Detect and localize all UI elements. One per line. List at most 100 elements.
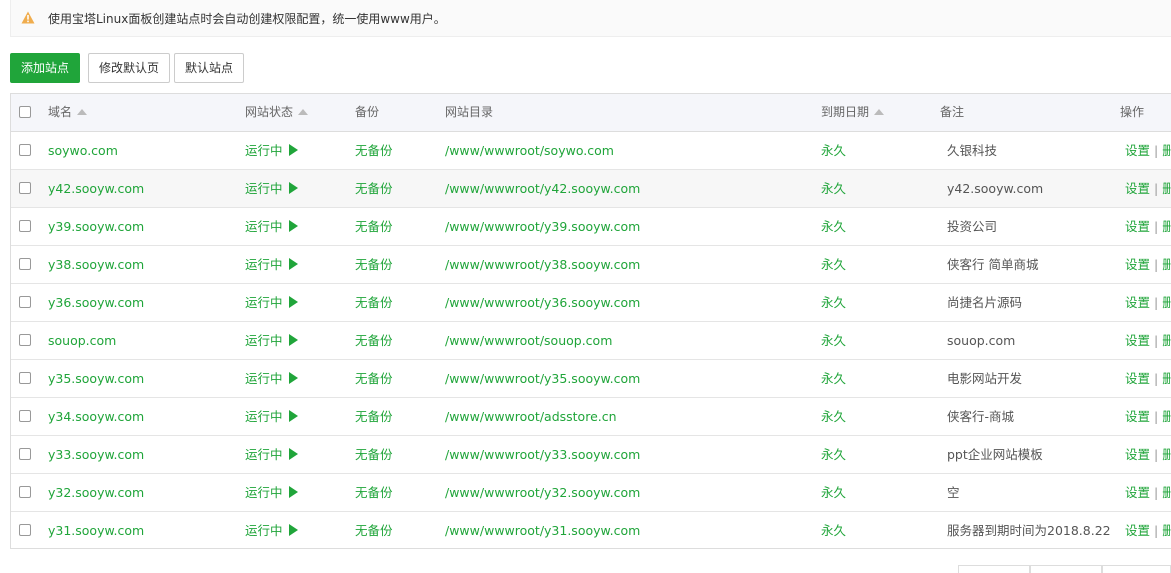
backup-link[interactable]: 无备份 (355, 132, 393, 169)
domain-link[interactable]: y34.sooyw.com (48, 398, 144, 435)
backup-link[interactable]: 无备份 (355, 474, 393, 511)
expire-link[interactable]: 永久 (821, 512, 846, 548)
delete-link[interactable]: 删 (1162, 447, 1171, 462)
domain-link[interactable]: y35.sooyw.com (48, 360, 144, 397)
add-site-button[interactable]: 添加站点 (10, 53, 80, 83)
status-toggle[interactable]: 运行中 (245, 322, 298, 359)
status-toggle[interactable]: 运行中 (245, 208, 298, 245)
settings-link[interactable]: 设置 (1125, 485, 1150, 500)
domain-link[interactable]: y42.sooyw.com (48, 170, 144, 207)
expire-link[interactable]: 永久 (821, 208, 846, 245)
expire-link[interactable]: 永久 (821, 170, 846, 207)
col-expire-header[interactable]: 到期日期 (821, 94, 885, 131)
col-domain-header[interactable]: 域名 (48, 94, 88, 131)
pagination-box[interactable] (958, 565, 1030, 573)
status-toggle[interactable]: 运行中 (245, 170, 298, 207)
col-status-header[interactable]: 网站状态 (245, 94, 309, 131)
backup-link[interactable]: 无备份 (355, 208, 393, 245)
edit-default-page-button[interactable]: 修改默认页 (88, 53, 170, 83)
note-field[interactable]: y42.sooyw.com (947, 170, 1043, 207)
expire-link[interactable]: 永久 (821, 474, 846, 511)
delete-link[interactable]: 删 (1162, 181, 1171, 196)
delete-link[interactable]: 删 (1162, 333, 1171, 348)
backup-link[interactable]: 无备份 (355, 398, 393, 435)
settings-link[interactable]: 设置 (1125, 523, 1150, 538)
backup-link[interactable]: 无备份 (355, 170, 393, 207)
status-toggle[interactable]: 运行中 (245, 436, 298, 473)
delete-link[interactable]: 删 (1162, 523, 1171, 538)
settings-link[interactable]: 设置 (1125, 295, 1150, 310)
backup-link[interactable]: 无备份 (355, 436, 393, 473)
backup-link[interactable]: 无备份 (355, 322, 393, 359)
path-link[interactable]: /www/wwwroot/y35.sooyw.com (445, 360, 640, 397)
expire-link[interactable]: 永久 (821, 132, 846, 169)
path-link[interactable]: /www/wwwroot/y33.sooyw.com (445, 436, 640, 473)
row-checkbox[interactable] (19, 258, 31, 270)
default-site-button[interactable]: 默认站点 (174, 53, 244, 83)
delete-link[interactable]: 删 (1162, 257, 1171, 272)
settings-link[interactable]: 设置 (1125, 409, 1150, 424)
domain-link[interactable]: y36.sooyw.com (48, 284, 144, 321)
settings-link[interactable]: 设置 (1125, 447, 1150, 462)
delete-link[interactable]: 删 (1162, 295, 1171, 310)
backup-link[interactable]: 无备份 (355, 360, 393, 397)
domain-link[interactable]: y31.sooyw.com (48, 512, 144, 548)
backup-link[interactable]: 无备份 (355, 512, 393, 548)
delete-link[interactable]: 删 (1162, 409, 1171, 424)
note-field[interactable]: 尚捷名片源码 (947, 284, 1022, 321)
row-checkbox[interactable] (19, 410, 31, 422)
note-field[interactable]: 服务器到期时间为2018.8.22 (947, 512, 1111, 548)
status-toggle[interactable]: 运行中 (245, 474, 298, 511)
row-checkbox[interactable] (19, 182, 31, 194)
note-field[interactable]: 侠客行-商城 (947, 398, 1014, 435)
delete-link[interactable]: 删 (1162, 371, 1171, 386)
settings-link[interactable]: 设置 (1125, 219, 1150, 234)
note-field[interactable]: ppt企业网站模板 (947, 436, 1043, 473)
note-field[interactable]: 空 (947, 474, 960, 511)
path-link[interactable]: /www/wwwroot/y38.sooyw.com (445, 246, 640, 283)
pagination-box[interactable] (1102, 565, 1171, 573)
expire-link[interactable]: 永久 (821, 246, 846, 283)
domain-link[interactable]: souop.com (48, 322, 116, 359)
path-link[interactable]: /www/wwwroot/y32.sooyw.com (445, 474, 640, 511)
settings-link[interactable]: 设置 (1125, 257, 1150, 272)
select-all-checkbox[interactable] (19, 106, 31, 118)
settings-link[interactable]: 设置 (1125, 371, 1150, 386)
expire-link[interactable]: 永久 (821, 436, 846, 473)
delete-link[interactable]: 删 (1162, 219, 1171, 234)
expire-link[interactable]: 永久 (821, 360, 846, 397)
path-link[interactable]: /www/wwwroot/y36.sooyw.com (445, 284, 640, 321)
domain-link[interactable]: soywo.com (48, 132, 118, 169)
status-toggle[interactable]: 运行中 (245, 284, 298, 321)
path-link[interactable]: /www/wwwroot/soywo.com (445, 132, 614, 169)
row-checkbox[interactable] (19, 524, 31, 536)
status-toggle[interactable]: 运行中 (245, 360, 298, 397)
pagination-box[interactable] (1030, 565, 1102, 573)
note-field[interactable]: souop.com (947, 322, 1015, 359)
delete-link[interactable]: 删 (1162, 143, 1171, 158)
path-link[interactable]: /www/wwwroot/souop.com (445, 322, 612, 359)
note-field[interactable]: 侠客行 简单商城 (947, 246, 1038, 283)
backup-link[interactable]: 无备份 (355, 246, 393, 283)
settings-link[interactable]: 设置 (1125, 143, 1150, 158)
row-checkbox[interactable] (19, 296, 31, 308)
path-link[interactable]: /www/wwwroot/y39.sooyw.com (445, 208, 640, 245)
row-checkbox[interactable] (19, 448, 31, 460)
expire-link[interactable]: 永久 (821, 322, 846, 359)
status-toggle[interactable]: 运行中 (245, 398, 298, 435)
row-checkbox[interactable] (19, 144, 31, 156)
path-link[interactable]: /www/wwwroot/y31.sooyw.com (445, 512, 640, 548)
row-checkbox[interactable] (19, 334, 31, 346)
domain-link[interactable]: y32.sooyw.com (48, 474, 144, 511)
row-checkbox[interactable] (19, 486, 31, 498)
note-field[interactable]: 投资公司 (947, 208, 997, 245)
note-field[interactable]: 久银科技 (947, 132, 997, 169)
domain-link[interactable]: y39.sooyw.com (48, 208, 144, 245)
backup-link[interactable]: 无备份 (355, 284, 393, 321)
delete-link[interactable]: 删 (1162, 485, 1171, 500)
settings-link[interactable]: 设置 (1125, 181, 1150, 196)
status-toggle[interactable]: 运行中 (245, 132, 298, 169)
status-toggle[interactable]: 运行中 (245, 512, 298, 548)
domain-link[interactable]: y33.sooyw.com (48, 436, 144, 473)
path-link[interactable]: /www/wwwroot/y42.sooyw.com (445, 170, 640, 207)
